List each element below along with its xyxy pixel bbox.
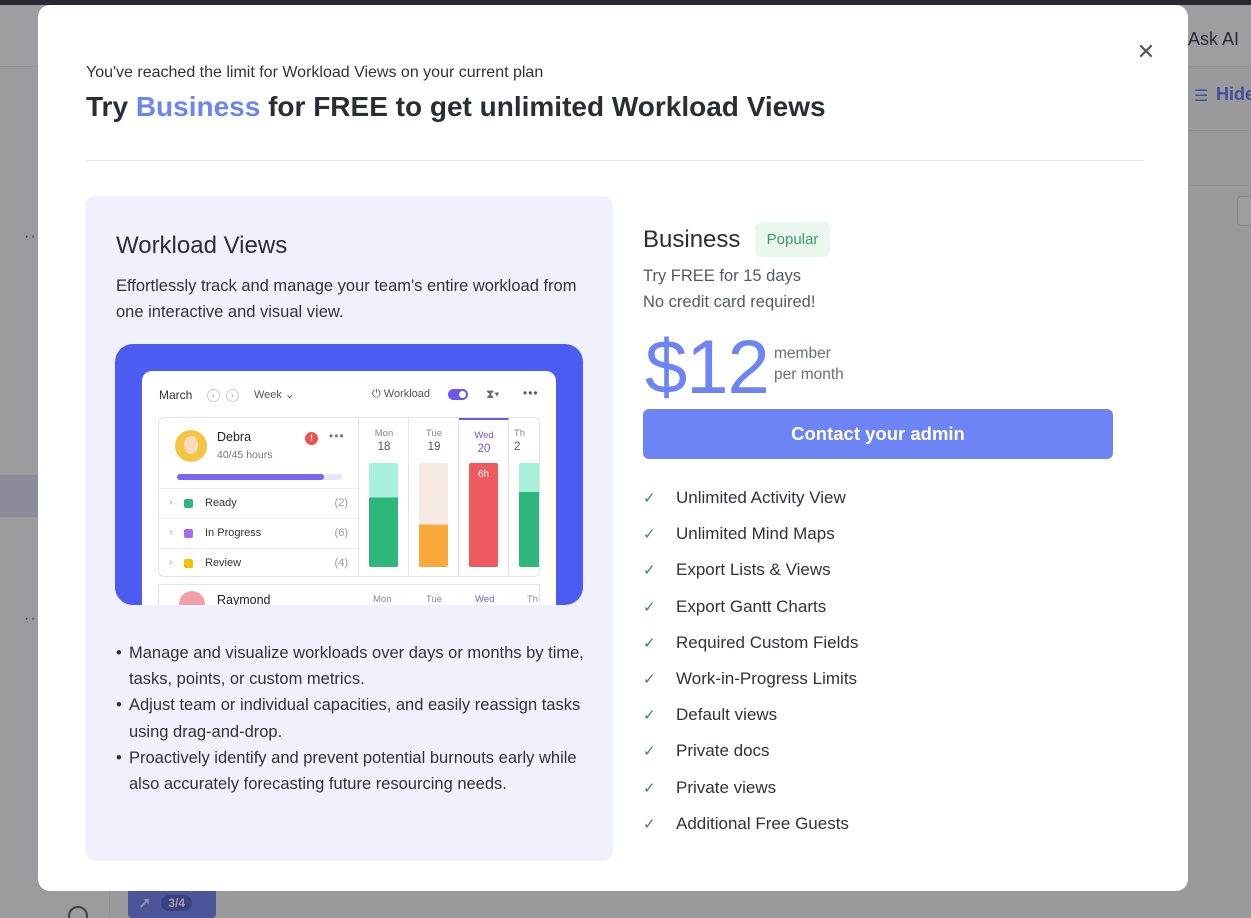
check-icon: ✓ <box>643 633 656 652</box>
workload-preview-card: March ‹ › Week ⌄ ⏻ Workload ⧗▾ ••• Debra… <box>142 371 556 605</box>
workload-bar <box>419 463 448 567</box>
preview-user-name: Debra <box>217 430 252 444</box>
more-icon: ••• <box>523 386 539 400</box>
contact-admin-button[interactable]: Contact your admin <box>643 409 1113 459</box>
price: $12 <box>645 325 770 410</box>
plan-name-highlight: Business <box>135 91 261 122</box>
check-icon: ✓ <box>643 669 656 688</box>
list-item: Adjust team or individual capacities, an… <box>116 692 591 744</box>
chevron-left-icon: ‹ <box>207 389 220 402</box>
divider <box>86 160 1144 161</box>
list-item: ✓ Work-in-Progress Limits <box>643 664 858 700</box>
capacity-bar <box>177 474 342 480</box>
feature-bullets: Manage and visualize workloads over days… <box>116 640 591 797</box>
avatar <box>175 430 207 462</box>
preview-month: March <box>159 388 193 402</box>
check-icon: ✓ <box>643 489 656 507</box>
avatar <box>179 591 205 605</box>
preview-table: Debra 40/45 hours ! ••• › Ready (2) › In… <box>158 417 540 577</box>
preview-user-hours: 40/45 hours <box>217 449 273 461</box>
check-icon: ✓ <box>643 778 656 797</box>
status-row: › Review (4) <box>159 548 358 578</box>
check-icon: ✓ <box>643 561 656 580</box>
more-icon: ••• <box>329 429 345 443</box>
list-item: ✓ Required Custom Fields <box>643 628 858 664</box>
plan-feature-list: ✓ Unlimited Activity View ✓ Unlimited Mind… <box>643 483 858 845</box>
capacity-bar-fill <box>177 474 324 480</box>
list-item: ✓ Unlimited Activity View <box>643 483 858 519</box>
workload-bar <box>369 463 398 567</box>
list-item: Proactively identify and prevent potenti… <box>116 745 591 797</box>
list-item: ✓ Private views <box>643 773 858 809</box>
day-column: Tue 19 <box>409 418 459 576</box>
status-row: › In Progress (6) <box>159 518 358 548</box>
feature-panel: Workload Views Effortlessly track and ma… <box>85 196 613 861</box>
preview-range: Week ⌄ <box>254 389 295 401</box>
list-item: Manage and visualize workloads over days… <box>116 640 591 692</box>
day-column: Mon 18 <box>359 418 409 576</box>
feature-preview-image: March ‹ › Week ⌄ ⏻ Workload ⧗▾ ••• Debra… <box>115 344 583 605</box>
status-color-square <box>184 559 193 568</box>
close-icon[interactable]: ✕ <box>1135 42 1157 64</box>
chevron-right-icon: › <box>169 557 173 568</box>
hourglass-icon: ⧗▾ <box>486 387 500 401</box>
preview-user-column: Debra 40/45 hours ! ••• › Ready (2) › In… <box>159 418 359 576</box>
status-color-square <box>184 499 193 508</box>
list-item: ✓ Export Lists & Views <box>643 555 858 591</box>
feature-title: Workload Views <box>116 232 288 259</box>
modal-headline: Try Business for FREE to get unlimited W… <box>86 91 826 122</box>
workload-bar-over: 6h <box>469 463 498 567</box>
chevron-right-icon: › <box>169 527 173 538</box>
no-card-text: No credit card required! <box>643 293 816 311</box>
alert-icon: ! <box>305 432 318 445</box>
check-icon: ✓ <box>643 597 656 616</box>
status-color-square <box>184 529 193 538</box>
price-unit: member per month <box>774 345 844 383</box>
day-column: Th 2 <box>509 418 539 576</box>
list-item: ✓ Private docs <box>643 736 858 772</box>
chevron-right-icon: › <box>226 389 239 402</box>
list-item: ✓ Unlimited Mind Maps <box>643 519 858 555</box>
check-icon: ✓ <box>643 814 656 833</box>
day-column-active: Wed 20 6h <box>459 418 509 576</box>
status-row: › Ready (2) <box>159 488 358 518</box>
check-icon: ✓ <box>643 525 656 544</box>
limit-message: You've reached the limit for Workload Vi… <box>86 64 544 81</box>
preview-view-label: ⏻ Workload <box>372 388 431 400</box>
upgrade-modal: ✕ You've reached the limit for Workload … <box>38 5 1188 891</box>
feature-description: Effortlessly track and manage your team'… <box>116 277 577 321</box>
check-icon: ✓ <box>643 706 656 725</box>
plan-name: Business <box>643 226 741 253</box>
chevron-right-icon: › <box>169 497 173 508</box>
popular-badge: Popular <box>755 222 830 257</box>
list-item: ✓ Additional Free Guests <box>643 809 858 845</box>
preview-next-user-row: Raymond Mon Tue Wed Th <box>158 584 540 605</box>
list-item: ✓ Export Gantt Charts <box>643 592 858 628</box>
list-item: ✓ Default views <box>643 700 858 736</box>
check-icon: ✓ <box>643 742 656 761</box>
workload-bar <box>519 463 539 567</box>
toggle-switch <box>448 389 468 400</box>
trial-text: Try FREE for 15 days <box>643 267 802 285</box>
